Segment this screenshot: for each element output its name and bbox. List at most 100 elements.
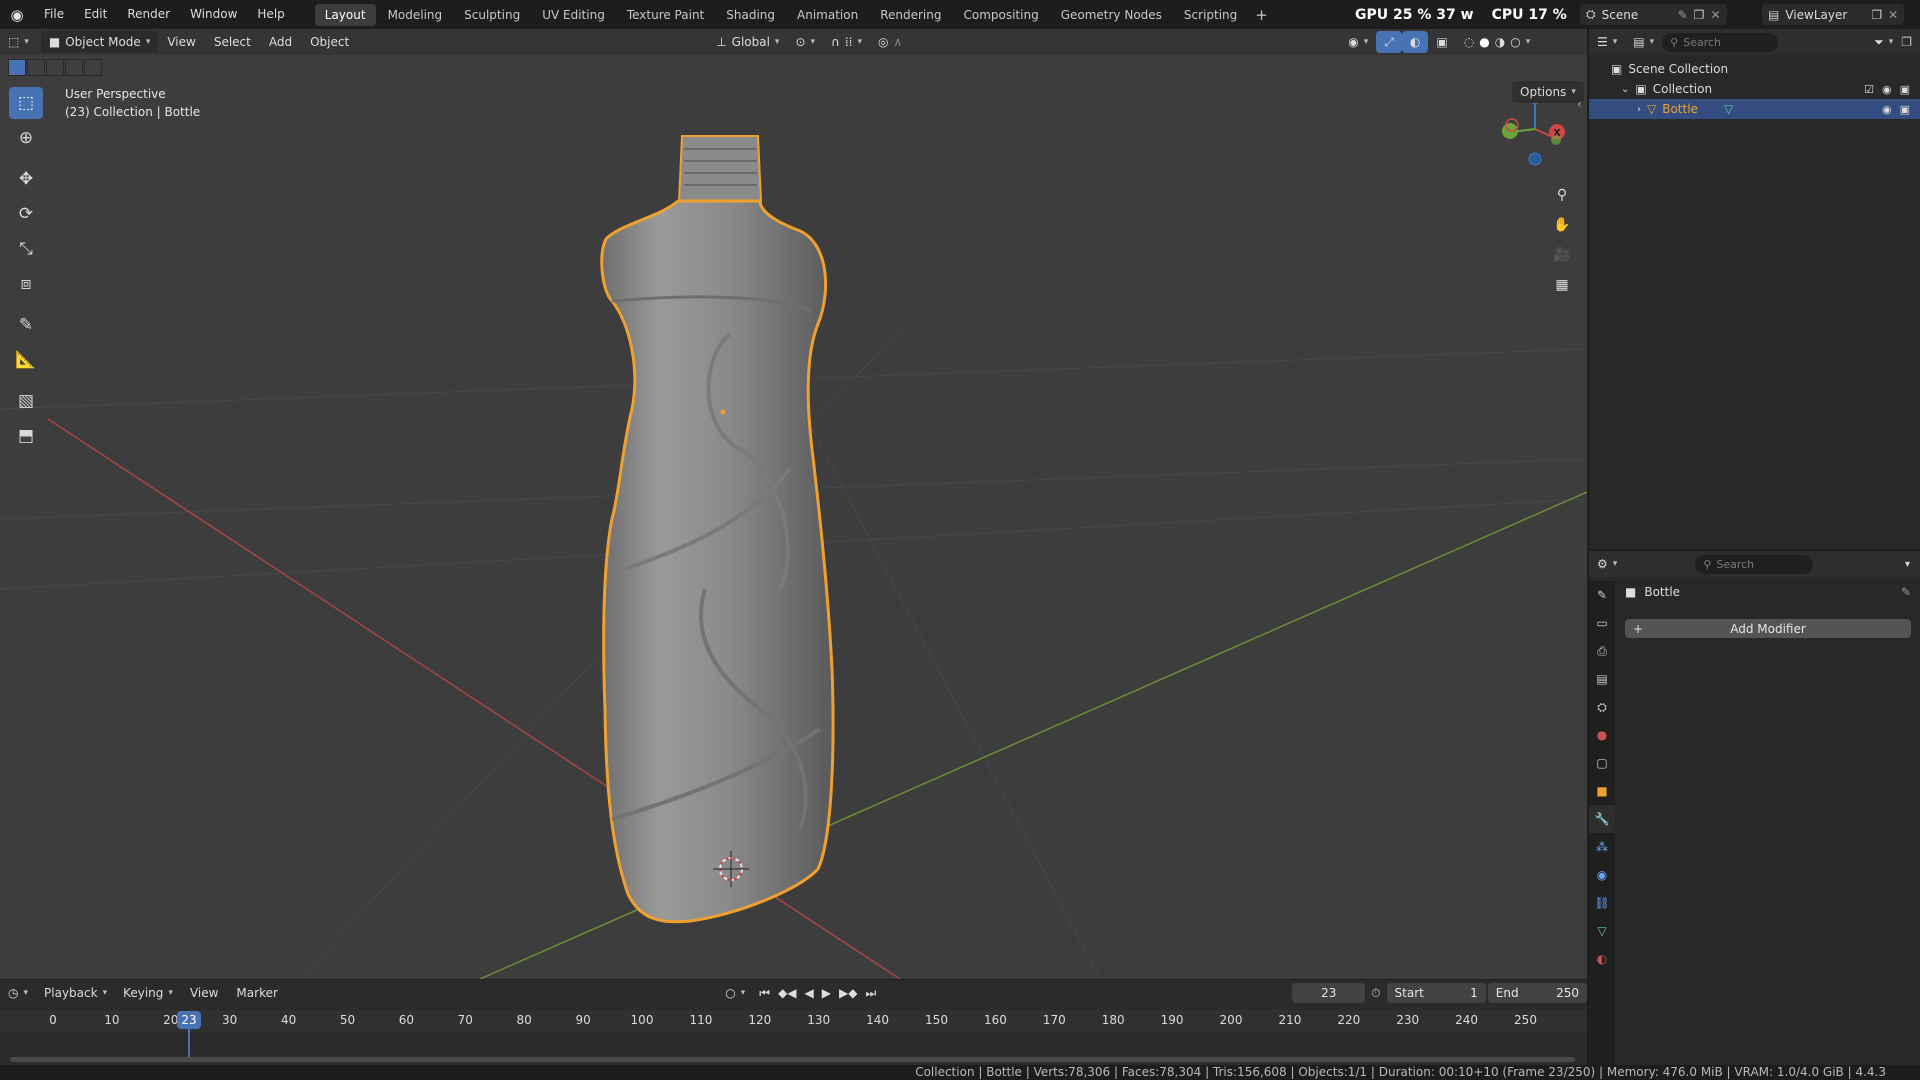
output-tab-icon[interactable]: ⎙ (1589, 637, 1615, 665)
menu-help[interactable]: Help (247, 0, 294, 29)
mode-label[interactable]: Object Mode (65, 35, 141, 49)
menu-view[interactable]: View (158, 35, 204, 49)
object-row-bottle[interactable]: › ▽ Bottle ▽ ◉ ▣ (1589, 99, 1920, 119)
cursor-tool-icon[interactable]: ⊕ (9, 122, 43, 154)
next-keyframe-icon[interactable]: ▶◆ (839, 986, 857, 1001)
menu-add[interactable]: Add (260, 35, 301, 49)
zoom-icon[interactable]: ⚲ (1549, 182, 1575, 208)
prev-keyframe-icon[interactable]: ◆◀ (778, 986, 796, 1001)
mode-selector[interactable]: ■ Object Mode ▾ (40, 31, 159, 53)
editor-type-button[interactable]: ⚙ ▾ (1589, 553, 1625, 575)
transform-orientation-selector[interactable]: ⊥ Global ▾ (708, 31, 787, 53)
scene-name[interactable]: Scene (1602, 8, 1672, 22)
add-workspace-button[interactable]: + (1247, 6, 1276, 24)
tool-tab-icon[interactable]: ✎ (1589, 581, 1615, 609)
tab-modeling[interactable]: Modeling (378, 4, 453, 26)
editor-type-button[interactable]: ☰ ▾ (1589, 31, 1625, 53)
material-tab-icon[interactable]: ◐ (1589, 945, 1615, 973)
rotate-tool-icon[interactable]: ⟳ (9, 198, 43, 230)
tab-geometry-nodes[interactable]: Geometry Nodes (1051, 4, 1172, 26)
world-tab-icon[interactable]: ● (1589, 721, 1615, 749)
menu-view[interactable]: View (181, 986, 227, 1000)
render-tab-icon[interactable]: ▭ (1589, 609, 1615, 637)
playhead[interactable]: 23 (177, 1011, 201, 1029)
jump-end-icon[interactable]: ⏭ (865, 986, 876, 1001)
wireframe-shading-icon[interactable]: ◌ (1464, 35, 1474, 49)
tab-uv-editing[interactable]: UV Editing (532, 4, 615, 26)
chevron-down-icon[interactable]: ▾ (1905, 559, 1910, 570)
select-box-tool-icon[interactable]: ⬚ (9, 87, 43, 119)
menu-render[interactable]: Render (117, 0, 180, 29)
perspective-grid-icon[interactable]: ▦ (1549, 272, 1575, 298)
menu-select[interactable]: Select (205, 35, 260, 49)
select-subtract-icon[interactable] (46, 59, 64, 76)
viewport-scene[interactable]: Z X (0, 29, 1587, 979)
close-icon[interactable]: ✕ (1710, 8, 1720, 22)
pin-icon[interactable]: ✎ (1678, 8, 1688, 22)
menu-window[interactable]: Window (180, 0, 247, 29)
menu-object[interactable]: Object (301, 35, 358, 49)
annotate-tool-icon[interactable]: ✎ (9, 309, 43, 341)
outliner[interactable]: ☰ ▾ ▤ ▾ ⚲ Search ⏷ ▾ ❐ ▣ Scene Collection ⌄ … (1589, 29, 1920, 549)
select-extend-icon[interactable] (27, 59, 45, 76)
display-mode-button[interactable]: ▤ ▾ (1625, 31, 1662, 53)
timeline-editor[interactable]: ◷ ▾ Playback ▾ Keying ▾ View Marker ○ ▾ ⏮ ◆◀… (0, 980, 1588, 1065)
outliner-search-input[interactable]: ⚲ Search (1662, 32, 1779, 52)
proportional-editing-toggle[interactable]: ◎ ∧ (870, 31, 910, 53)
exclude-checkbox-icon[interactable]: ☑ (1864, 83, 1874, 96)
expand-chevron-icon[interactable]: ⌄ (1621, 84, 1629, 95)
pan-hand-icon[interactable]: ✋ (1549, 212, 1575, 238)
jump-start-icon[interactable]: ⏮ (759, 986, 770, 1001)
add-primitive-tool-icon[interactable]: ⬒ (9, 420, 43, 452)
end-frame-field[interactable]: End 250 (1487, 983, 1588, 1003)
eye-icon[interactable]: ◉ (1882, 103, 1892, 116)
visibility-selector[interactable]: ◉ ▾ (1340, 31, 1376, 53)
timeline-scrollbar[interactable] (10, 1057, 1575, 1062)
select-new-icon[interactable] (8, 59, 26, 76)
xray-toggle[interactable]: ▣ (1428, 31, 1455, 53)
camera-icon[interactable]: ▣ (1900, 103, 1910, 116)
play-reverse-icon[interactable]: ◀ (805, 986, 814, 1001)
camera-view-icon[interactable]: 🎥 (1549, 242, 1575, 268)
stopwatch-icon[interactable]: ⏱ (1371, 986, 1380, 1001)
auto-keying-toggle[interactable]: ○ ▾ (717, 982, 753, 1004)
view-layer-name[interactable]: ViewLayer (1785, 8, 1865, 22)
particles-tab-icon[interactable]: ⁂ (1589, 833, 1615, 861)
scene-collection-row[interactable]: ▣ Scene Collection (1589, 59, 1920, 79)
pin-icon[interactable]: ✎ (1901, 585, 1911, 599)
editor-type-button[interactable]: ⬚ ▾ (0, 31, 37, 53)
properties-editor[interactable]: ⚙ ▾ ⚲ Search ▾ ✎ ▭ ⎙ ▤ ⛭ ● ▢ ■ 🔧 ⁂ ◉ ⛓ ▽ ◐… (1589, 551, 1920, 1065)
tab-scripting[interactable]: Scripting (1174, 4, 1247, 26)
3d-viewport[interactable]: Z X ⬚▾ ■Object Mode▾ View Select Add Obj… (0, 29, 1587, 979)
collapse-sidebar-icon[interactable]: ‹ (1577, 97, 1582, 111)
data-tab-icon[interactable]: ▽ (1589, 917, 1615, 945)
add-cube-tool-icon[interactable]: ▧ (9, 385, 43, 417)
snap-toggle[interactable]: ∩ ⁞⁞ ▾ (823, 31, 870, 53)
camera-icon[interactable]: ▣ (1900, 83, 1910, 96)
tab-rendering[interactable]: Rendering (870, 4, 951, 26)
blender-logo-icon[interactable]: ◉ (0, 0, 34, 29)
current-frame-field[interactable]: 23 (1292, 983, 1366, 1003)
constraints-tab-icon[interactable]: ⛓ (1589, 889, 1615, 917)
scene-tab-icon[interactable]: ⛭ (1589, 693, 1615, 721)
tab-texture-paint[interactable]: Texture Paint (617, 4, 714, 26)
play-icon[interactable]: ▶ (822, 986, 831, 1001)
eye-icon[interactable]: ◉ (1882, 83, 1892, 96)
move-tool-icon[interactable]: ✥ (9, 163, 43, 195)
menu-edit[interactable]: Edit (74, 0, 117, 29)
modifier-tab-icon[interactable]: 🔧 (1589, 805, 1615, 833)
bottle-mesh[interactable] (600, 135, 835, 924)
menu-marker[interactable]: Marker (227, 986, 286, 1000)
start-frame-field[interactable]: Start 1 (1386, 983, 1486, 1003)
add-modifier-button[interactable]: + Add Modifier (1625, 619, 1911, 638)
select-invert-icon[interactable] (65, 59, 83, 76)
tab-shading[interactable]: Shading (716, 4, 785, 26)
object-tab-icon[interactable]: ■ (1589, 777, 1615, 805)
rendered-shading-icon[interactable]: ○ (1510, 35, 1520, 49)
view-layer-tab-icon[interactable]: ▤ (1589, 665, 1615, 693)
overlay-toggle[interactable]: ◐ (1401, 31, 1429, 53)
new-view-layer-icon[interactable]: ❐ (1871, 8, 1882, 22)
menu-file[interactable]: File (34, 0, 74, 29)
tab-sculpting[interactable]: Sculpting (454, 4, 530, 26)
expand-chevron-icon[interactable]: › (1637, 104, 1641, 115)
